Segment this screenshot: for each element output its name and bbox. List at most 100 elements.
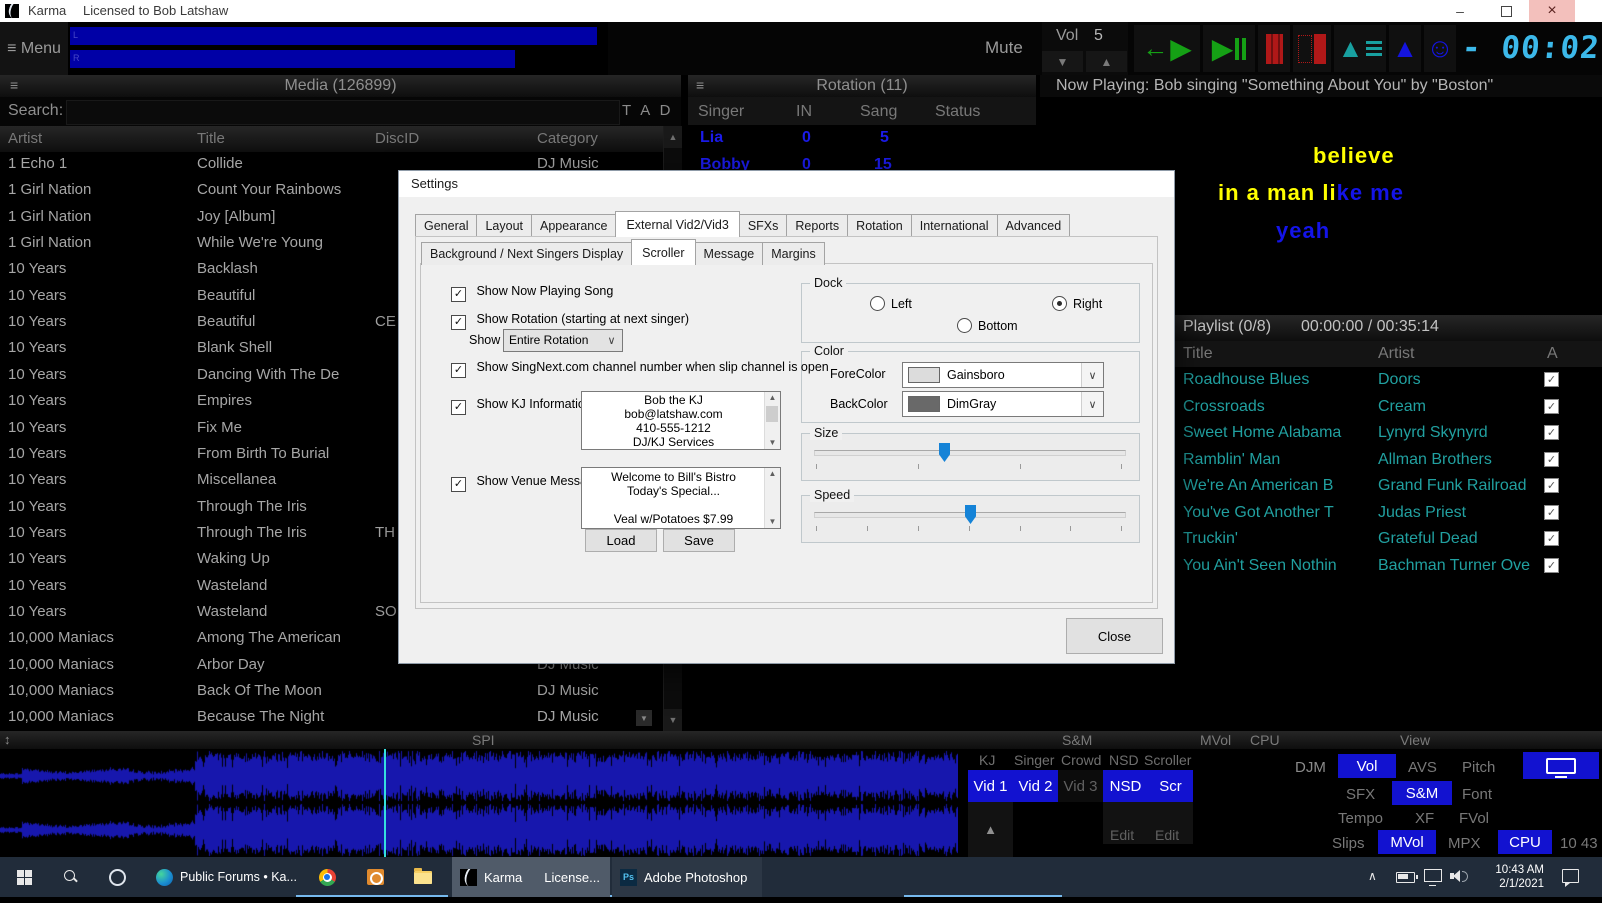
volume-tray-icon[interactable] — [1450, 869, 1468, 883]
scroll-down-button[interactable]: ▼ — [664, 709, 682, 731]
playlist-row[interactable]: CrossroadsCream✓ — [1173, 394, 1602, 420]
taskbar-edge-window[interactable]: Public Forums • Ka... — [148, 857, 300, 897]
singer-list-button[interactable]: ▲ — [1334, 25, 1386, 72]
scroll-up-icon[interactable]: ▲ — [765, 468, 780, 480]
font-label[interactable]: Font — [1462, 786, 1492, 803]
xf-label[interactable]: XF — [1415, 810, 1434, 827]
vol-up-button[interactable]: ▲ — [1086, 51, 1127, 72]
taskbar-chrome-button[interactable] — [304, 857, 350, 897]
checkbox-show-now-playing[interactable]: ✓ Show Now Playing Song — [451, 284, 613, 302]
forecolor-dropdown[interactable]: Gainsboro ∨ — [902, 362, 1104, 388]
vid2-button[interactable]: Vid 2 — [1013, 770, 1058, 802]
resize-handle-icon[interactable]: ↕ — [4, 732, 11, 747]
fvol-label[interactable]: FVol — [1459, 810, 1489, 827]
playlist-row[interactable]: You've Got Another TJudas Priest✓ — [1173, 500, 1602, 526]
playlist-row[interactable]: Truckin'Grateful Dead✓ — [1173, 526, 1602, 552]
playhead-marker[interactable] — [384, 749, 386, 857]
taskbar-karma-window[interactable]: Karma License... — [452, 857, 610, 897]
nsd-edit-button[interactable]: Edit — [1110, 827, 1134, 843]
tab-general[interactable]: General — [415, 214, 477, 237]
scroll-up-button[interactable]: ▲ — [664, 126, 682, 148]
subtab-message[interactable]: Message — [695, 242, 764, 265]
start-button[interactable] — [0, 857, 48, 897]
tab-advanced[interactable]: Advanced — [997, 214, 1071, 237]
tab-reports[interactable]: Reports — [786, 214, 848, 237]
dock-right-radio[interactable]: Right — [1052, 296, 1102, 311]
playlist-row[interactable]: We're An American BGrand Funk Railroad✓ — [1173, 473, 1602, 499]
settings-close-button[interactable]: Close — [1066, 618, 1163, 654]
playlist-active-checkbox[interactable]: ✓ — [1544, 399, 1559, 414]
vid1-button[interactable]: Vid 1 — [968, 770, 1013, 802]
playlist-active-checkbox[interactable]: ✓ — [1544, 452, 1559, 467]
subtab-scroller[interactable]: Scroller — [631, 239, 695, 265]
mpx-label[interactable]: MPX — [1448, 835, 1481, 852]
taskbar-photoshop-window[interactable]: Ps Adobe Photoshop — [612, 857, 762, 897]
restart-play-button[interactable]: ← ▶ — [1134, 25, 1200, 72]
close-button[interactable]: × — [1529, 0, 1575, 22]
checkbox-show-rotation[interactable]: ✓ Show Rotation (starting at next singer… — [451, 312, 689, 330]
checkbox-show-venue-message[interactable]: ✓ Show Venue Message — [451, 474, 601, 492]
size-slider-thumb[interactable] — [939, 443, 950, 462]
column-discid[interactable]: DiscID — [375, 130, 419, 147]
playlist-active-checkbox[interactable]: ✓ — [1544, 372, 1559, 387]
tab-international[interactable]: International — [911, 214, 998, 237]
scroller-edit-button[interactable]: Edit — [1155, 827, 1179, 843]
dock-bottom-radio[interactable]: Bottom — [957, 318, 1018, 333]
vol-down-button[interactable]: ▼ — [1042, 51, 1083, 72]
play-pause-button[interactable]: ▶ — [1203, 25, 1255, 72]
cpu-section-header[interactable]: CPU — [1250, 732, 1280, 748]
mute-button[interactable]: Mute — [985, 28, 1039, 68]
mvol-section-header[interactable]: MVol — [1200, 732, 1231, 748]
settings-dialog-titlebar[interactable]: Settings — [399, 171, 1174, 197]
tab-layout[interactable]: Layout — [476, 214, 532, 237]
playlist-row[interactable]: Roadhouse BluesDoors✓ — [1173, 367, 1602, 393]
tab-rotation[interactable]: Rotation — [847, 214, 912, 237]
scroll-down-icon[interactable]: ▼ — [765, 437, 780, 449]
scr-button[interactable]: Scr — [1148, 770, 1193, 802]
kj-info-textbox[interactable]: Bob the KJ bob@latshaw.com 410-555-1212 … — [581, 391, 781, 450]
subtab-margins[interactable]: Margins — [762, 242, 824, 265]
save-button[interactable]: Save — [663, 529, 735, 552]
tray-chevron-icon[interactable]: ∧ — [1368, 869, 1377, 883]
pitch-label[interactable]: Pitch — [1462, 759, 1495, 776]
network-icon[interactable] — [1424, 869, 1442, 882]
column-sang[interactable]: Sang — [860, 103, 897, 121]
action-center-icon[interactable] — [1562, 869, 1579, 883]
playlist-active-checkbox[interactable]: ✓ — [1544, 558, 1559, 573]
stop-button[interactable] — [1258, 25, 1290, 72]
media-row[interactable]: 10,000 ManiacsBack Of The MoonDJ Music — [0, 679, 663, 705]
tab-external-vid[interactable]: External Vid2/Vid3 — [615, 211, 739, 237]
tab-appearance[interactable]: Appearance — [531, 214, 616, 237]
load-button[interactable]: Load — [585, 529, 657, 552]
textbox-scrollbar[interactable]: ▲ ▼ — [764, 468, 780, 528]
tray-clock[interactable]: 10:43 AM 2/1/2021 — [1482, 863, 1544, 891]
playlist-row[interactable]: Ramblin' ManAllman Brothers✓ — [1173, 447, 1602, 473]
minimize-button[interactable]: – — [1437, 0, 1483, 22]
column-a[interactable]: A — [1547, 345, 1558, 363]
category-dropdown-icon[interactable]: ▼ — [636, 710, 652, 726]
monitor-view-button[interactable] — [1523, 752, 1599, 779]
textbox-scrollbar[interactable]: ▲ ▼ — [764, 392, 780, 449]
size-slider-track[interactable] — [814, 450, 1126, 456]
taskbar-outlook-button[interactable] — [352, 857, 398, 897]
battery-icon[interactable] — [1396, 872, 1415, 883]
playlist-active-checkbox[interactable]: ✓ — [1544, 531, 1559, 546]
scroll-down-icon[interactable]: ▼ — [765, 516, 780, 528]
vol-view-button[interactable]: Vol — [1338, 754, 1396, 778]
taskbar-search-button[interactable] — [48, 857, 94, 897]
slips-label[interactable]: Slips — [1332, 835, 1365, 852]
menu-button[interactable]: ≡ Menu — [0, 22, 68, 75]
kj-expand-button[interactable]: ▲ — [968, 802, 1013, 857]
mvol-button[interactable]: MVol — [1378, 830, 1436, 854]
rotation-row[interactable]: Lia 0 5 — [688, 127, 1036, 154]
maximize-button[interactable] — [1483, 0, 1529, 22]
column-artist[interactable]: Artist — [8, 130, 42, 147]
playlist-active-checkbox[interactable]: ✓ — [1544, 505, 1559, 520]
tab-sfxs[interactable]: SFXs — [739, 214, 788, 237]
checkbox-show-singnext[interactable]: ✓ Show SingNext.com channel number when … — [451, 360, 829, 378]
tempo-label[interactable]: Tempo — [1338, 810, 1383, 827]
column-status[interactable]: Status — [935, 103, 980, 121]
singers-smiley-button[interactable]: ☺ — [1424, 25, 1456, 72]
taskbar-explorer-button[interactable] — [400, 857, 446, 897]
playlist-row[interactable]: You Ain't Seen NothinBachman Turner Ove✓ — [1173, 553, 1602, 579]
